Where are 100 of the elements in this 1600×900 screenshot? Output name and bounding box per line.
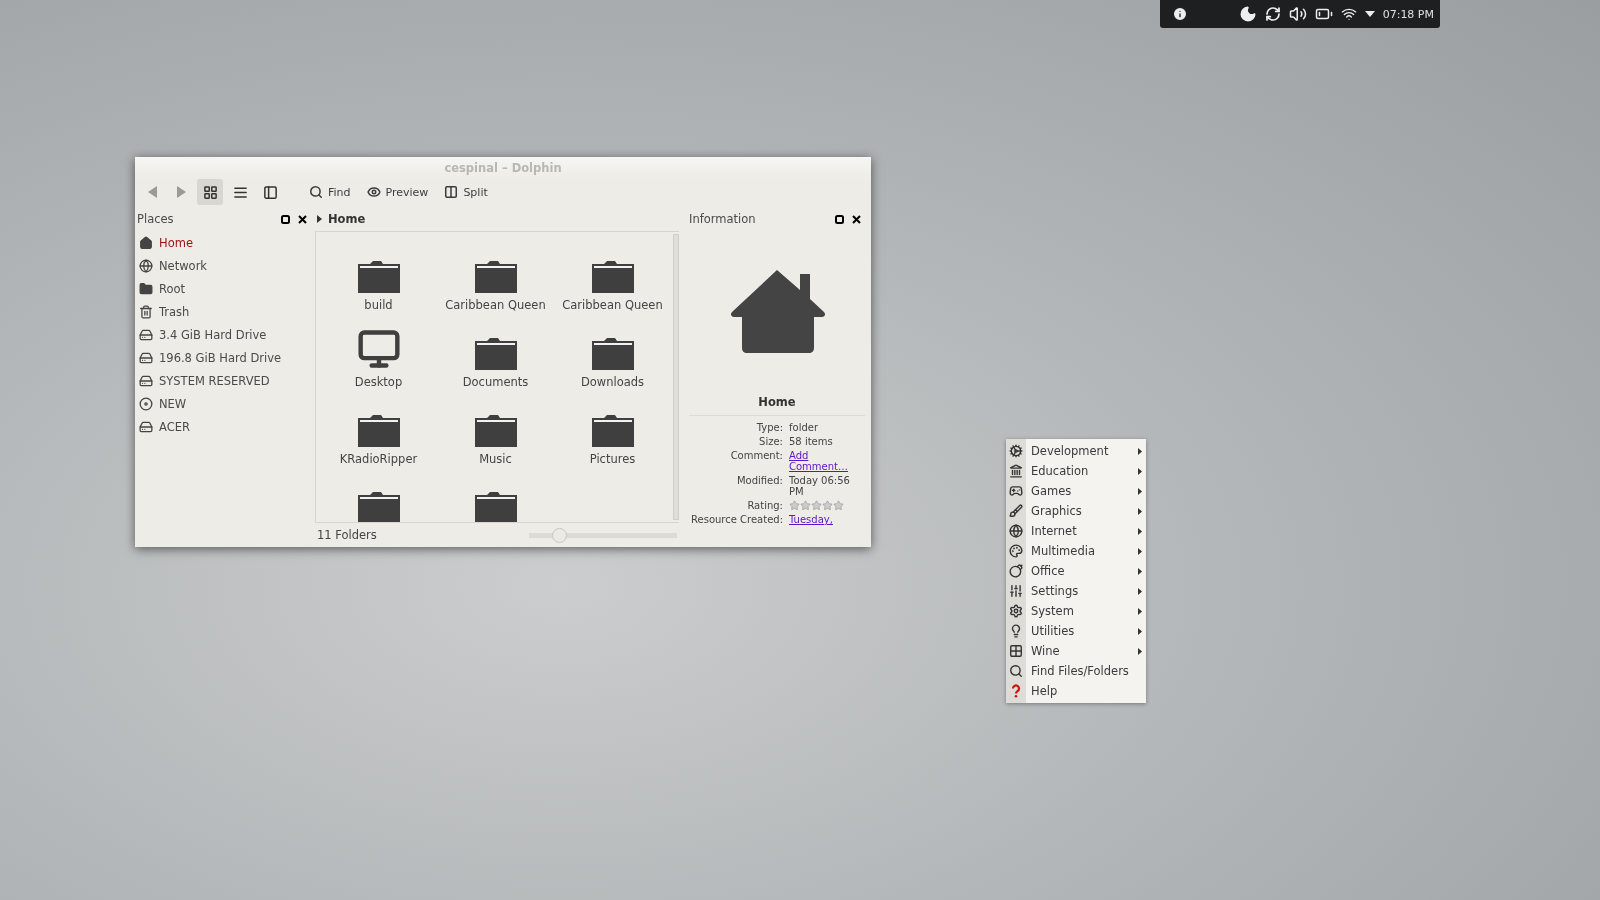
folder-icon xyxy=(589,414,636,448)
bomb-icon xyxy=(1009,564,1023,578)
menu-item[interactable]: Find Files/Folders xyxy=(1006,661,1146,681)
folder-icon xyxy=(139,281,153,296)
close-icon[interactable] xyxy=(852,214,861,224)
eye-icon xyxy=(366,185,381,199)
field-link[interactable]: Add Comment… xyxy=(789,450,851,472)
sliders-icon xyxy=(1009,584,1023,598)
menu-item[interactable]: Internet xyxy=(1006,521,1146,541)
list-view-icon xyxy=(232,184,248,200)
menu-item[interactable]: Utilities xyxy=(1006,621,1146,641)
status-text: 11 Folders xyxy=(317,528,377,542)
folder-icon xyxy=(355,491,402,522)
panel-title: Information xyxy=(689,212,757,226)
menu-item[interactable]: Office xyxy=(1006,561,1146,581)
wifi-icon[interactable] xyxy=(1340,6,1357,22)
split-icon xyxy=(444,185,459,199)
hard-drive-icon xyxy=(139,350,153,365)
menu-item[interactable]: Education xyxy=(1006,461,1146,481)
hard-drive-icon xyxy=(139,373,153,388)
menu-item[interactable]: Settings xyxy=(1006,581,1146,601)
building-icon xyxy=(1009,464,1023,478)
field-label: Type: xyxy=(755,422,783,433)
menu-item[interactable]: Graphics xyxy=(1006,501,1146,521)
menu-item[interactable]: Development xyxy=(1006,441,1146,461)
file-name[interactable]: Downloads xyxy=(580,375,645,389)
field-label: Size: xyxy=(758,436,783,447)
place-item[interactable]: SYSTEM RESERVED xyxy=(137,369,311,392)
grid-view-button[interactable] xyxy=(197,179,223,205)
undock-icon[interactable] xyxy=(835,214,844,224)
breadcrumb-arrow-icon[interactable] xyxy=(317,215,322,223)
windows-icon xyxy=(1009,644,1023,658)
menu-item[interactable]: Games xyxy=(1006,481,1146,501)
undock-icon[interactable] xyxy=(281,214,290,224)
submenu-arrow-icon xyxy=(1138,567,1142,575)
question-mark-icon xyxy=(1009,684,1023,698)
grid-view-icon xyxy=(202,184,218,200)
clock[interactable]: 07:18 PM xyxy=(1382,7,1434,21)
submenu-arrow-icon xyxy=(1138,647,1142,655)
file-name[interactable]: KRadioRipper xyxy=(339,452,418,466)
folder-icon xyxy=(355,414,402,448)
place-item[interactable]: Root xyxy=(137,277,311,300)
file-name[interactable]: Documents xyxy=(462,375,529,389)
item-name: Home xyxy=(689,395,865,416)
submenu-arrow-icon xyxy=(1138,587,1142,595)
monitor-icon[interactable] xyxy=(356,327,401,371)
submenu-arrow-icon xyxy=(1138,547,1142,555)
info-icon[interactable] xyxy=(1172,6,1188,22)
breadcrumb-item[interactable]: Home xyxy=(328,212,366,226)
hard-drive-icon xyxy=(139,419,153,434)
submenu-arrow-icon xyxy=(1138,487,1142,495)
settings-icon xyxy=(1009,604,1023,618)
submenu-arrow-icon xyxy=(1138,447,1142,455)
place-item[interactable]: 3.4 GiB Hard Drive xyxy=(137,323,311,346)
place-item[interactable]: ACER xyxy=(137,415,311,438)
place-item[interactable]: Network xyxy=(137,254,311,277)
find-button[interactable]: Find xyxy=(303,180,357,204)
hard-drive-icon xyxy=(139,327,153,342)
menu-item[interactable]: Wine xyxy=(1006,641,1146,661)
menu-item[interactable]: Help xyxy=(1006,681,1146,701)
field-value: Today 06:56 PM xyxy=(789,475,851,497)
place-item[interactable]: 196.8 GiB Hard Drive xyxy=(137,346,311,369)
trash-icon xyxy=(139,304,153,319)
sync-icon[interactable] xyxy=(1264,6,1281,22)
place-item[interactable]: NEW xyxy=(137,392,311,415)
folder-icon xyxy=(589,260,636,294)
file-name[interactable]: Caribbean Queen xyxy=(445,298,546,312)
field-value: folder xyxy=(789,422,820,433)
search-icon xyxy=(1009,664,1023,678)
file-name[interactable]: Desktop xyxy=(354,375,403,389)
folder-icon xyxy=(472,414,519,448)
file-name[interactable]: Caribbean Queen xyxy=(562,298,663,312)
field-link[interactable]: Tuesday, xyxy=(789,514,851,525)
submenu-arrow-icon xyxy=(1138,607,1142,615)
menu-item[interactable]: System xyxy=(1006,601,1146,621)
globe-icon xyxy=(139,258,153,273)
file-name[interactable]: Pictures xyxy=(589,452,636,466)
preview-button[interactable]: Preview xyxy=(360,180,435,204)
file-name[interactable]: Music xyxy=(479,452,512,466)
home-icon xyxy=(139,235,153,250)
field-value: 58 items xyxy=(789,436,834,447)
disc-icon xyxy=(139,396,153,411)
volume-icon[interactable] xyxy=(1288,5,1307,23)
submenu-arrow-icon xyxy=(1138,527,1142,535)
folder-icon xyxy=(472,491,519,522)
panel-view-icon xyxy=(262,184,278,200)
brush-icon xyxy=(1009,504,1023,518)
field-label: Modified: xyxy=(735,475,783,488)
caret-icon[interactable] xyxy=(1364,11,1375,17)
field-label: Comment: xyxy=(729,450,783,463)
panel-title: Places xyxy=(137,212,175,226)
submenu-arrow-icon xyxy=(1138,507,1142,515)
file-name[interactable]: build xyxy=(364,298,393,312)
close-icon[interactable] xyxy=(298,214,307,224)
field-label: Rating: xyxy=(746,500,783,511)
moon-icon[interactable] xyxy=(1238,5,1257,23)
place-item[interactable]: Trash xyxy=(137,300,311,323)
split-button[interactable]: Split xyxy=(438,180,494,204)
menu-item[interactable]: Multimedia xyxy=(1006,541,1146,561)
place-item[interactable]: Home xyxy=(137,231,311,254)
